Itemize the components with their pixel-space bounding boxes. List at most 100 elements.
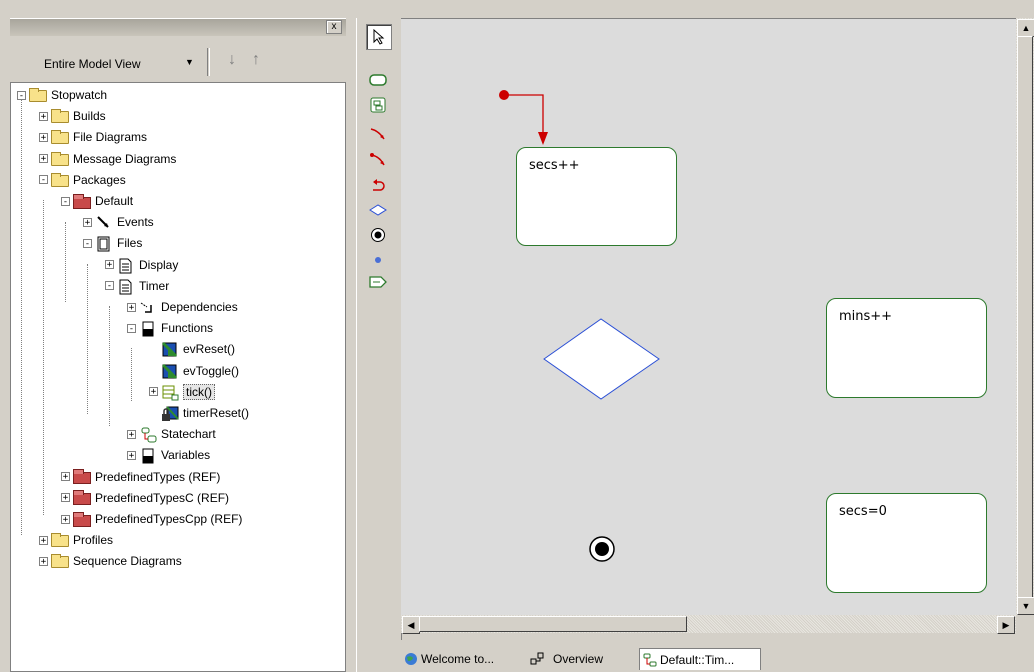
function-icon (161, 363, 179, 379)
tree-item-label: Variables (161, 448, 211, 463)
expand-icon[interactable]: + (61, 514, 70, 524)
statechart-icon (139, 427, 157, 443)
condition-icon[interactable] (366, 198, 390, 222)
close-icon[interactable]: x (326, 20, 342, 34)
package-icon (73, 511, 91, 527)
expand-icon[interactable]: + (61, 472, 70, 482)
tree-item[interactable]: + PredefinedTypesC (REF) (61, 488, 229, 508)
state-secs-reset[interactable]: secs=0 (826, 493, 987, 593)
tree-item-label: Display (139, 257, 179, 272)
collapse-icon[interactable]: - (127, 323, 136, 333)
tree-item[interactable]: + tick() (149, 382, 215, 402)
collapse-icon[interactable]: - (39, 175, 48, 185)
tree-item-label: Statechart (161, 427, 216, 442)
horizontal-scroll-thumb[interactable] (419, 616, 687, 632)
tab-welcome[interactable]: Welcome to... (401, 648, 519, 670)
default-transition[interactable] (504, 94, 544, 139)
scroll-right-icon[interactable]: ▶ (997, 616, 1015, 634)
tree-item-label: evToggle() (183, 363, 240, 378)
tree-connector (109, 306, 110, 426)
folder-icon (29, 88, 47, 102)
tree-item[interactable]: - Timer (105, 276, 169, 296)
statechart-canvas[interactable]: secs++ mins++ secs=0 (401, 18, 1016, 616)
tree-item[interactable]: - Default (61, 191, 133, 211)
state-icon[interactable] (366, 68, 390, 92)
tree-item-label: Packages (73, 172, 126, 187)
transition-arrow-icon[interactable] (366, 148, 390, 172)
self-transition-icon[interactable] (366, 174, 390, 198)
tree-item-label: Profiles (73, 533, 114, 548)
tree-item[interactable]: - Files (83, 233, 142, 253)
expand-icon[interactable]: + (39, 132, 48, 142)
scroll-down-icon[interactable]: ▼ (1017, 597, 1034, 615)
expand-icon[interactable]: + (127, 302, 136, 312)
scroll-left-icon[interactable]: ◀ (402, 616, 420, 634)
expand-icon[interactable]: + (105, 260, 114, 270)
tab-overview[interactable]: Overview (527, 648, 635, 670)
state-label: mins++ (839, 309, 893, 324)
tree-item[interactable]: + Message Diagrams (39, 149, 176, 169)
expand-icon[interactable]: + (39, 556, 48, 566)
tree-item-label: Stopwatch (51, 88, 108, 102)
collapse-icon[interactable]: - (83, 238, 92, 248)
expand-icon[interactable]: + (61, 493, 70, 503)
tree-item[interactable]: - Stopwatch (17, 85, 107, 105)
collapse-icon[interactable]: - (105, 281, 114, 291)
file-icon (117, 258, 135, 274)
event-icon (95, 215, 113, 229)
transition-icon[interactable] (366, 122, 390, 146)
tree-item-label: Sequence Diagrams (73, 554, 182, 569)
tree-item-label: Files (117, 236, 143, 251)
termination-icon[interactable] (366, 223, 390, 247)
browser-title-bar[interactable] (10, 18, 346, 36)
tree-item[interactable]: evToggle() (149, 361, 239, 381)
tree-item[interactable]: timerReset() (149, 403, 249, 423)
tab-default-timer[interactable]: Default::Tim... (639, 648, 761, 670)
tree-item[interactable]: + Variables (127, 445, 210, 465)
state-mins-increment[interactable]: mins++ (826, 298, 987, 398)
tree-item[interactable]: - Functions (127, 318, 213, 338)
tree-item[interactable]: - Packages (39, 170, 126, 190)
send-action-icon[interactable] (366, 270, 390, 294)
tree-item[interactable]: + Sequence Diagrams (39, 551, 182, 571)
tree-item[interactable]: + Events (83, 212, 154, 232)
horizontal-scrollbar[interactable]: ◀ ▶ (401, 615, 1016, 634)
vertical-scroll-thumb[interactable] (1017, 36, 1033, 611)
vertical-scrollbar[interactable]: ▲ ▼ (1016, 18, 1034, 615)
tree-item[interactable]: + PredefinedTypesCpp (REF) (61, 509, 242, 529)
model-tree[interactable]: - Stopwatch + Builds + File Diagrams + Message … (10, 82, 346, 672)
tree-item[interactable]: + File Diagrams (39, 127, 147, 147)
chevron-down-icon[interactable]: ▼ (185, 57, 194, 67)
folder-icon (51, 109, 69, 124)
arrow-down-icon[interactable]: ↓ (228, 51, 236, 69)
tree-item[interactable]: evReset() (149, 339, 235, 359)
select-arrow-icon[interactable] (366, 24, 392, 50)
expand-icon[interactable]: + (39, 111, 48, 121)
condition-connector[interactable] (543, 318, 660, 400)
arrow-up-icon[interactable]: ↑ (252, 51, 260, 69)
tree-item[interactable]: + Statechart (127, 424, 216, 444)
functions-icon (139, 321, 157, 337)
tree-item[interactable]: + Profiles (39, 530, 113, 550)
tab-label: Default::Tim... (660, 652, 735, 667)
composite-state-icon[interactable] (366, 93, 390, 117)
tree-item[interactable]: + PredefinedTypes (REF) (61, 467, 220, 487)
expand-icon[interactable]: + (83, 217, 92, 227)
view-dropdown[interactable]: Entire Model View (44, 57, 141, 71)
scroll-up-icon[interactable]: ▲ (1017, 19, 1034, 37)
tree-item[interactable]: + Display (105, 255, 178, 275)
collapse-icon[interactable]: - (61, 196, 70, 206)
junction-icon[interactable] (366, 248, 390, 272)
expand-icon[interactable]: + (39, 154, 48, 164)
state-label: secs=0 (839, 504, 887, 519)
collapse-icon[interactable]: - (17, 90, 26, 100)
expand-icon[interactable]: + (149, 387, 158, 397)
state-secs-increment[interactable]: secs++ (516, 147, 677, 246)
expand-icon[interactable]: + (39, 535, 48, 545)
tree-item[interactable]: + Builds (39, 106, 106, 126)
tree-item[interactable]: + Dependencies (127, 297, 238, 317)
folder-icon (51, 554, 69, 569)
termination-core (595, 542, 609, 556)
expand-icon[interactable]: + (127, 429, 136, 439)
expand-icon[interactable]: + (127, 450, 136, 460)
